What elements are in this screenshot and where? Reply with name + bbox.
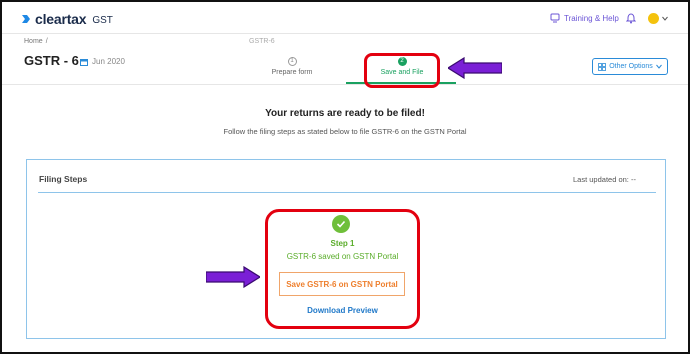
training-help-link[interactable]: Training & Help [550, 13, 619, 23]
header-divider [2, 84, 688, 85]
step-number-1: 1 [287, 57, 297, 66]
ready-subheading: Follow the filing steps as stated below … [223, 127, 467, 136]
calendar-icon [80, 58, 88, 66]
breadcrumb: Home / [24, 38, 51, 45]
tab-prepare-form[interactable]: 1 Prepare form [260, 57, 324, 76]
avatar[interactable] [648, 13, 659, 24]
other-options-button[interactable]: Other Options [592, 58, 668, 75]
bell-icon[interactable] [626, 13, 636, 24]
filing-steps-title: Filing Steps [39, 174, 88, 184]
cleartax-logo[interactable]: cleartax GST [20, 11, 113, 27]
return-period[interactable]: Jun 2020 [80, 57, 125, 66]
logo-text: cleartax [35, 11, 87, 27]
screenshot-frame: cleartax GST Training & Help Home / GSTR-… [0, 0, 690, 354]
grid-icon [598, 62, 607, 71]
logo-subtext: GST [92, 14, 113, 26]
chevron-down-icon[interactable] [662, 16, 668, 21]
cleartax-logo-icon [22, 15, 30, 23]
breadcrumb-separator: / [45, 38, 48, 45]
page-title: GSTR - 6 [24, 53, 79, 68]
breadcrumb-current: GSTR-6 [249, 38, 275, 45]
annotation-highlight-tab [364, 53, 440, 88]
training-help-icon [550, 13, 560, 23]
annotation-arrow-left-icon [448, 57, 502, 79]
top-navbar: cleartax GST Training & Help [2, 2, 688, 34]
last-updated-text: Last updated on: -- [573, 175, 636, 184]
annotation-highlight-step [265, 209, 420, 329]
ready-heading: Your returns are ready to be filed! [265, 108, 425, 119]
breadcrumb-home[interactable]: Home [24, 38, 43, 45]
card-divider [38, 192, 656, 193]
other-options-label: Other Options [609, 63, 653, 70]
return-period-label: Jun 2020 [92, 57, 125, 66]
tab-prepare-form-label: Prepare form [271, 69, 313, 76]
annotation-arrow-right-icon [206, 266, 260, 288]
chevron-down-icon [655, 64, 662, 69]
training-help-label: Training & Help [564, 13, 619, 23]
